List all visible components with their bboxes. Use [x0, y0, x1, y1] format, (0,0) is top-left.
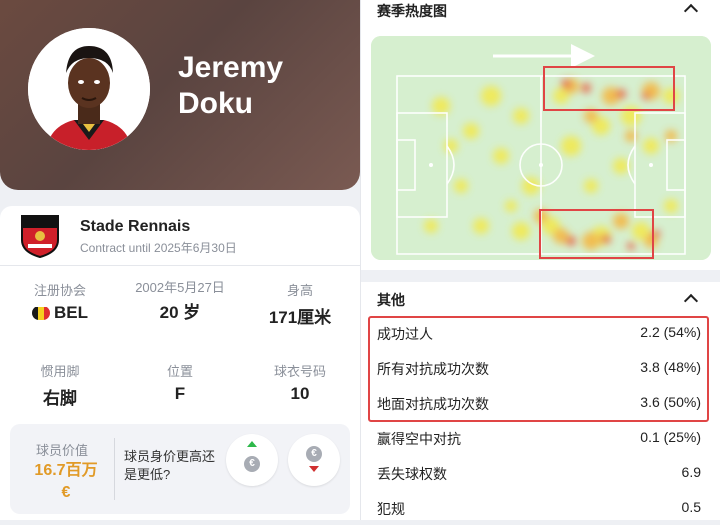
highlight-box — [368, 316, 709, 422]
stat-row: 丢失球权数 6.9 — [377, 455, 701, 490]
market-value-label: 球员价值 — [35, 443, 88, 458]
market-value-box: 球员价值 16.7百万 € 球员身价更高还是更低? € € — [10, 424, 350, 514]
stat-nationality: 注册协会 BEL — [10, 280, 110, 323]
club-row[interactable]: Stade Rennais Contract until 2025年6月30日 — [0, 206, 360, 266]
section-separator — [361, 270, 720, 282]
stat-row-value: 0.1 (25%) — [640, 429, 701, 445]
stat-row-value: 6.9 — [681, 464, 701, 480]
stat-value: F — [174, 384, 186, 403]
vote-lower-button[interactable]: € — [288, 434, 340, 486]
market-value-question: 球员身价更高还是更低? — [124, 449, 216, 482]
stat-birthdate: 2002年5月27日 20 岁 — [132, 280, 228, 323]
player-profile-panel: Jeremy Doku Stade Rennais Contract until… — [0, 0, 360, 520]
stat-preferred-foot: 惯用脚 右脚 — [10, 361, 110, 409]
vote-higher-button[interactable]: € — [226, 434, 278, 486]
stat-label: 注册协会 — [33, 283, 86, 298]
stat-label: 球衣号码 — [273, 364, 326, 379]
stat-value: 右脚 — [43, 389, 77, 408]
stat-label: 身高 — [286, 283, 313, 298]
stat-label: 2002年5月27日 — [135, 280, 225, 295]
stat-row-label: 丢失球权数 — [377, 466, 447, 482]
stat-value: 171厘米 — [268, 308, 332, 327]
stat-row: 赢得空中对抗 0.1 (25%) — [377, 420, 701, 455]
chevron-up-icon[interactable] — [683, 3, 699, 19]
player-first-name: Jeremy — [178, 51, 284, 84]
stat-row-label: 赢得空中对抗 — [377, 431, 461, 447]
player-header: Jeremy Doku — [0, 0, 360, 190]
stat-position: 位置 F — [130, 361, 230, 404]
player-last-name: Doku — [178, 87, 253, 120]
belgium-flag-icon — [32, 306, 50, 320]
chevron-up-icon[interactable] — [683, 293, 699, 309]
arrow-up-icon — [247, 441, 257, 447]
stat-row-label: 犯规 — [377, 501, 405, 517]
club-logo-icon — [20, 214, 60, 259]
arrow-down-icon — [309, 466, 319, 472]
stat-height: 身高 171厘米 — [250, 280, 350, 328]
stat-value: 10 — [290, 384, 310, 403]
contract-text: Contract until 2025年6月30日 — [80, 241, 237, 255]
coin-up-icon: € — [244, 456, 260, 472]
heatmap-title: 赛季热度图 — [377, 3, 447, 19]
coin-down-icon: € — [306, 446, 322, 462]
market-value: 16.7百万 € — [34, 462, 98, 501]
nationality-value: BEL — [54, 303, 88, 322]
stat-label: 惯用脚 — [40, 364, 80, 379]
season-heatmap — [371, 36, 711, 260]
player-name: Jeremy Doku — [178, 50, 283, 122]
player-avatar — [28, 28, 150, 150]
club-name: Stade Rennais — [80, 218, 191, 235]
stat-row-value: 0.5 — [681, 499, 701, 515]
stat-shirt-number: 球衣号码 10 — [250, 361, 350, 404]
stat-label: 位置 — [166, 364, 193, 379]
other-title: 其他 — [377, 292, 405, 308]
divider — [114, 438, 115, 500]
stat-value: BEL — [10, 303, 110, 323]
stat-value: 20 岁 — [159, 303, 201, 322]
statistics-panel: 赛季热度图 其他 成功过人 2.2 (54%) 所有对抗成功次数 3.8 (48… — [360, 0, 720, 520]
player-info-card: Stade Rennais Contract until 2025年6月30日 … — [0, 206, 360, 520]
